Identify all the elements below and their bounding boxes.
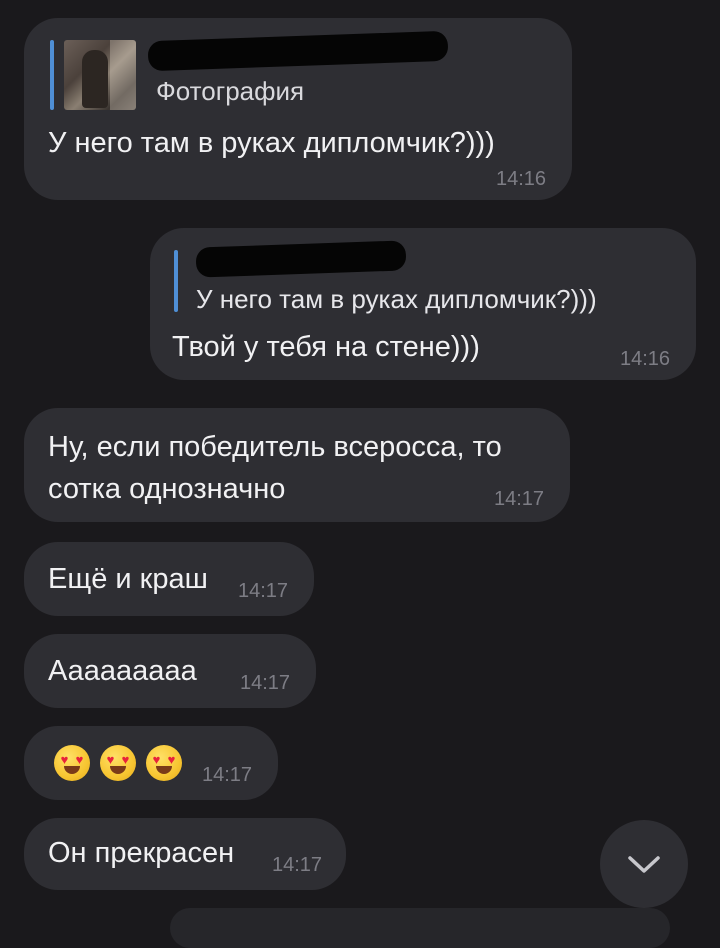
message-text: Ещё и краш — [48, 563, 208, 595]
chevron-down-icon — [628, 856, 660, 873]
message-bubble-partial — [170, 908, 670, 948]
heart-eyes-emoji: ♥ ♥ — [54, 745, 90, 781]
reply-quoted-text: У него там в руках дипломчик?))) — [196, 284, 597, 314]
message-bubble[interactable]: Фотография У него там в руках дипломчик?… — [24, 18, 572, 200]
message-text: Твой у тебя на стене))) — [172, 331, 480, 363]
heart-eyes-emoji: ♥ ♥ — [146, 745, 182, 781]
message-bubble[interactable]: Ещё и краш 14:17 — [24, 542, 314, 616]
message-time: 14:17 — [202, 764, 253, 786]
reply-photo-thumbnail[interactable] — [64, 40, 136, 110]
redacted-sender-name — [147, 30, 449, 72]
message-text: Он прекрасен — [48, 837, 235, 869]
message-text-line: сотка однозначно — [48, 473, 286, 505]
message-time: 14:17 — [272, 854, 323, 876]
message-bubble[interactable]: ♥ ♥ ♥ ♥ ♥ ♥ 14:17 — [24, 726, 278, 800]
message-text: У него там в руках дипломчик?))) — [48, 127, 495, 159]
message-time: 14:16 — [620, 348, 671, 370]
message-bubble[interactable]: Он прекрасен 14:17 — [24, 818, 346, 890]
message-bubble[interactable]: Ааааааааа 14:17 — [24, 634, 316, 708]
heart-eyes-emoji: ♥ ♥ — [100, 745, 136, 781]
message-bubble[interactable]: Ну, если победитель всеросса, то сотка о… — [24, 408, 570, 522]
scroll-to-bottom-button[interactable] — [600, 820, 688, 908]
message-time: 14:16 — [496, 168, 547, 190]
reply-quote-bar — [174, 250, 178, 312]
message-time: 14:17 — [240, 672, 291, 694]
reply-quote-bar — [50, 40, 54, 110]
message-time: 14:17 — [494, 488, 545, 510]
chat-message-list[interactable]: Фотография У него там в руках дипломчик?… — [0, 0, 720, 948]
redacted-sender-name — [195, 240, 407, 278]
message-text: Ааааааааа — [48, 655, 197, 687]
message-time: 14:17 — [238, 580, 289, 602]
reply-media-label: Фотография — [156, 76, 305, 106]
message-bubble[interactable]: У него там в руках дипломчик?))) Твой у … — [150, 228, 696, 380]
